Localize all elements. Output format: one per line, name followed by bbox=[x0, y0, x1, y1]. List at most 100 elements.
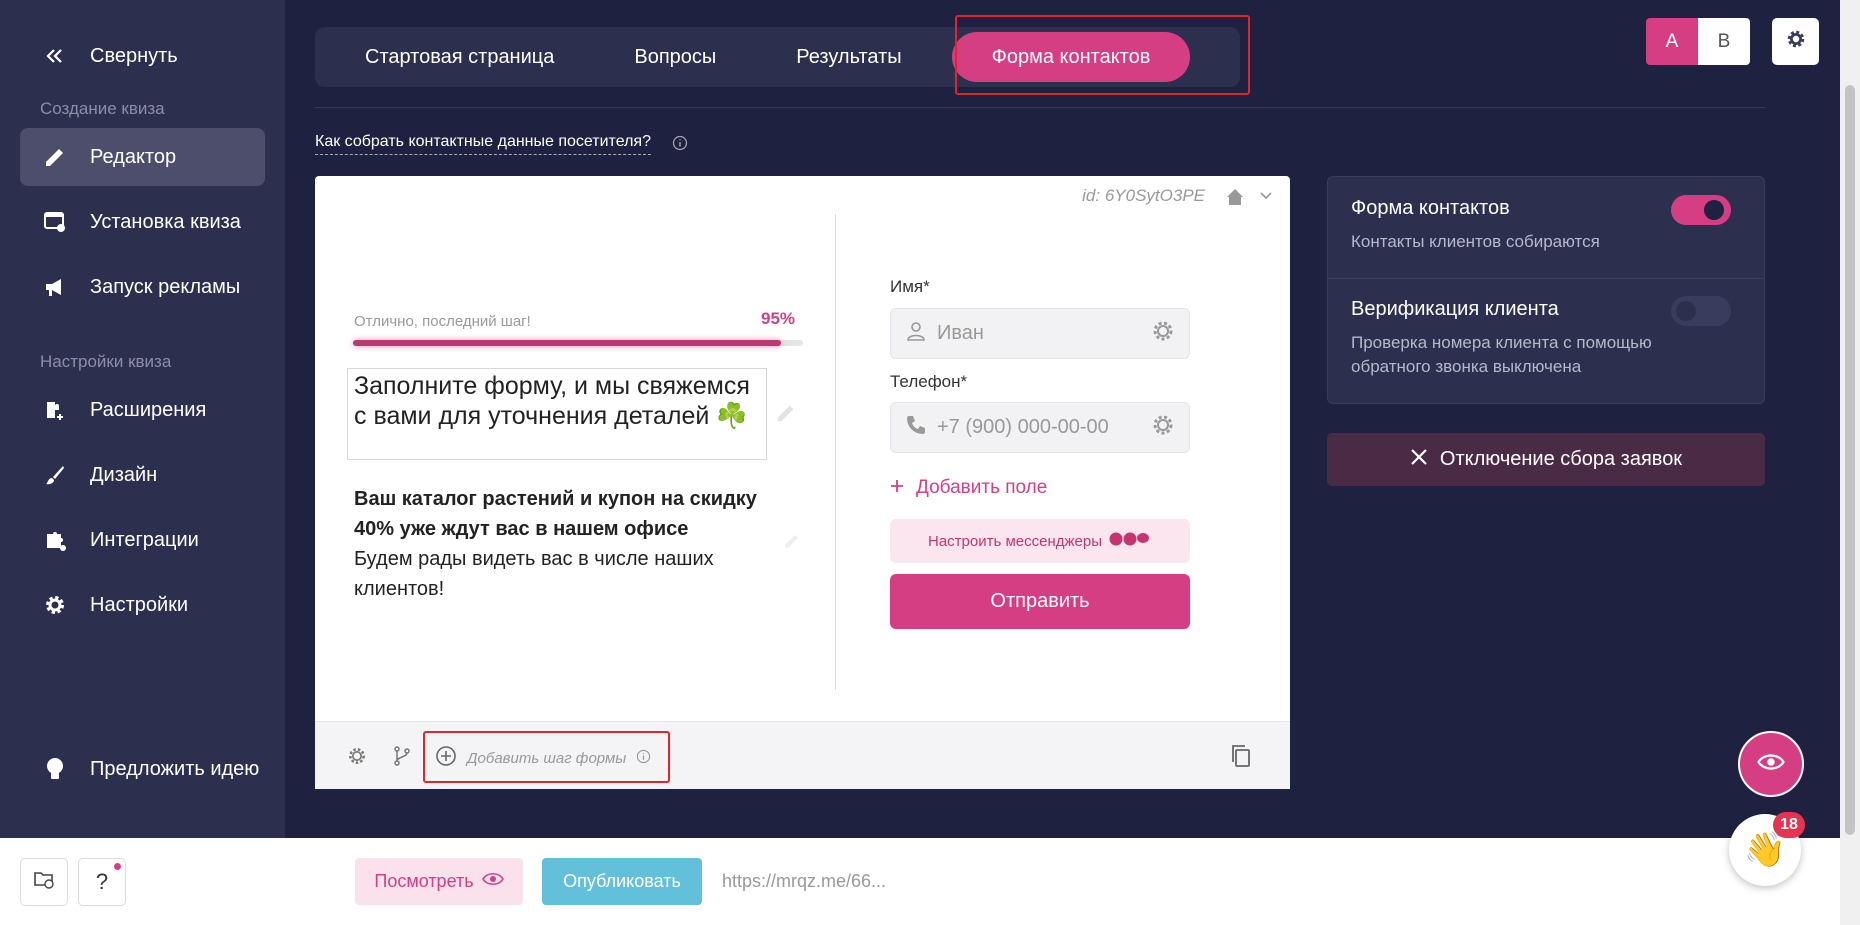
form-preview-card: id: 6Y0SytO3PE Отлично, последний шаг! 9… bbox=[315, 176, 1290, 789]
integration-icon bbox=[20, 528, 90, 552]
edit-pencil-icon[interactable] bbox=[775, 402, 797, 429]
verification-title: Верификация клиента bbox=[1351, 298, 1559, 320]
phone-icon bbox=[905, 414, 927, 442]
megaphone-icon bbox=[20, 275, 90, 299]
collapse-button[interactable]: Свернуть bbox=[20, 27, 265, 85]
sidebar-item-install[interactable]: Установка квиза bbox=[20, 193, 265, 251]
divider bbox=[1328, 278, 1764, 279]
phone-label: Телефон* bbox=[890, 372, 968, 391]
field-settings-gear-icon[interactable] bbox=[1151, 319, 1175, 349]
quiz-url[interactable]: https://mrqz.me/66... bbox=[722, 871, 886, 892]
form-description[interactable]: Будем рады видеть вас в числе наших клие… bbox=[354, 544, 774, 604]
phone-field[interactable]: +7 (900) 000-00-00 bbox=[890, 402, 1190, 453]
home-icon[interactable] bbox=[1225, 187, 1245, 212]
plus-icon bbox=[890, 477, 904, 499]
sidebar-item-extensions[interactable]: Расширения bbox=[20, 381, 265, 439]
sidebar-item-label: Установка квиза bbox=[90, 210, 241, 233]
suggest-idea-button[interactable]: Предложить идею bbox=[20, 740, 265, 798]
chat-fab[interactable]: 👋 18 bbox=[1729, 812, 1805, 886]
settings-button[interactable] bbox=[1772, 18, 1819, 65]
tab-questions[interactable]: Вопросы bbox=[594, 32, 756, 82]
variant-a-button[interactable]: A bbox=[1646, 18, 1698, 65]
sidebar-item-design[interactable]: Дизайн bbox=[20, 446, 265, 504]
divider bbox=[315, 107, 1765, 108]
disable-collection-label: Отключение сбора заявок bbox=[1439, 448, 1683, 470]
install-icon bbox=[20, 210, 90, 234]
publish-button[interactable]: Опубликовать bbox=[542, 858, 702, 905]
section-settings: Настройки квиза bbox=[40, 352, 172, 371]
quiz-id: id: 6Y0SytO3PE bbox=[1082, 186, 1205, 205]
view-label: Посмотреть bbox=[374, 871, 474, 891]
name-label: Имя* bbox=[890, 277, 930, 296]
phone-placeholder: +7 (900) 000-00-00 bbox=[937, 416, 1109, 438]
form-description-bold[interactable]: Ваш каталог растений и купон на скидку 4… bbox=[354, 484, 774, 544]
highlight-box bbox=[423, 731, 670, 783]
tab-results[interactable]: Результаты bbox=[756, 32, 941, 82]
gear-icon[interactable] bbox=[347, 746, 367, 771]
name-field[interactable]: Иван bbox=[890, 308, 1190, 359]
verification-subtitle: Проверка номера клиента с помощью обратн… bbox=[1351, 333, 1652, 376]
progress-label: Отлично, последний шаг! bbox=[354, 313, 531, 330]
add-field-button[interactable]: Добавить поле bbox=[890, 477, 1047, 499]
sidebar-item-label: Редактор bbox=[90, 145, 177, 168]
scroll-thumb[interactable] bbox=[1845, 85, 1855, 835]
view-button[interactable]: Посмотреть bbox=[355, 858, 523, 905]
help-label: ? bbox=[95, 869, 109, 894]
progress-bar bbox=[353, 340, 803, 346]
sidebar-item-ads[interactable]: Запуск рекламы bbox=[20, 258, 265, 316]
contact-form-subtitle: Контакты клиентов собираются bbox=[1351, 232, 1600, 251]
name-placeholder: Иван bbox=[937, 322, 984, 344]
preview-fab[interactable] bbox=[1738, 731, 1804, 797]
eye-icon bbox=[1757, 752, 1785, 777]
scrollbar[interactable] bbox=[1840, 0, 1860, 925]
lightbulb-icon bbox=[20, 756, 90, 782]
collapse-label: Свернуть bbox=[90, 44, 178, 67]
progress-percent: 95% bbox=[761, 309, 796, 328]
user-icon bbox=[905, 320, 927, 348]
close-icon bbox=[1410, 448, 1428, 472]
history-button[interactable] bbox=[20, 858, 68, 906]
contact-form-toggle[interactable] bbox=[1671, 195, 1731, 225]
sidebar-item-integrations[interactable]: Интеграции bbox=[20, 511, 265, 569]
messenger-icons bbox=[1108, 531, 1152, 551]
field-settings-gear-icon[interactable] bbox=[1151, 413, 1175, 443]
add-field-label: Добавить поле bbox=[916, 477, 1048, 498]
sidebar-item-label: Запуск рекламы bbox=[90, 275, 241, 298]
edit-pencil-icon[interactable] bbox=[783, 532, 801, 555]
eye-icon bbox=[481, 871, 504, 892]
double-chevron-left-icon bbox=[20, 48, 90, 64]
brush-icon bbox=[20, 463, 90, 487]
sidebar-item-label: Расширения bbox=[90, 398, 207, 421]
card-divider bbox=[835, 214, 836, 690]
gear-icon bbox=[1785, 28, 1807, 55]
sidebar: Свернуть Создание квиза Редактор Установ… bbox=[0, 0, 285, 838]
extension-icon bbox=[20, 398, 90, 422]
folder-clock-icon bbox=[33, 868, 55, 896]
contact-settings-panel: Форма контактов Контакты клиентов собира… bbox=[1327, 176, 1765, 404]
messengers-label: Настроить мессенджеры bbox=[928, 532, 1102, 550]
branch-icon[interactable] bbox=[393, 746, 411, 771]
highlight-box bbox=[955, 15, 1250, 95]
pencil-icon bbox=[20, 145, 90, 169]
gear-icon bbox=[20, 593, 90, 617]
copy-icon[interactable] bbox=[1230, 744, 1252, 773]
info-icon[interactable] bbox=[672, 135, 688, 156]
help-button[interactable]: ? bbox=[78, 858, 126, 906]
sidebar-item-settings[interactable]: Настройки bbox=[20, 576, 265, 634]
sidebar-item-label: Настройки bbox=[90, 593, 189, 616]
chevron-down-icon[interactable] bbox=[1259, 189, 1273, 208]
tab-start-page[interactable]: Стартовая страница bbox=[325, 32, 594, 82]
submit-button[interactable]: Отправить bbox=[890, 574, 1190, 629]
section-create: Создание квиза bbox=[40, 99, 165, 118]
variant-b-button[interactable]: B bbox=[1698, 18, 1750, 65]
howto-link[interactable]: Как собрать контактные данные посетителя… bbox=[315, 133, 651, 155]
messengers-button[interactable]: Настроить мессенджеры bbox=[890, 519, 1190, 563]
sidebar-item-label: Интеграции bbox=[90, 528, 199, 551]
notification-dot bbox=[114, 863, 121, 870]
disable-collection-button[interactable]: Отключение сбора заявок bbox=[1327, 433, 1765, 486]
sidebar-item-editor[interactable]: Редактор bbox=[20, 128, 265, 186]
verification-toggle[interactable] bbox=[1671, 296, 1731, 326]
bottom-bar: ? Посмотреть Опубликовать https://mrqz.m… bbox=[0, 838, 1840, 925]
form-heading[interactable]: Заполните форму, и мы свяжемся с вами дл… bbox=[347, 368, 767, 460]
notification-badge: 18 bbox=[1773, 812, 1805, 838]
